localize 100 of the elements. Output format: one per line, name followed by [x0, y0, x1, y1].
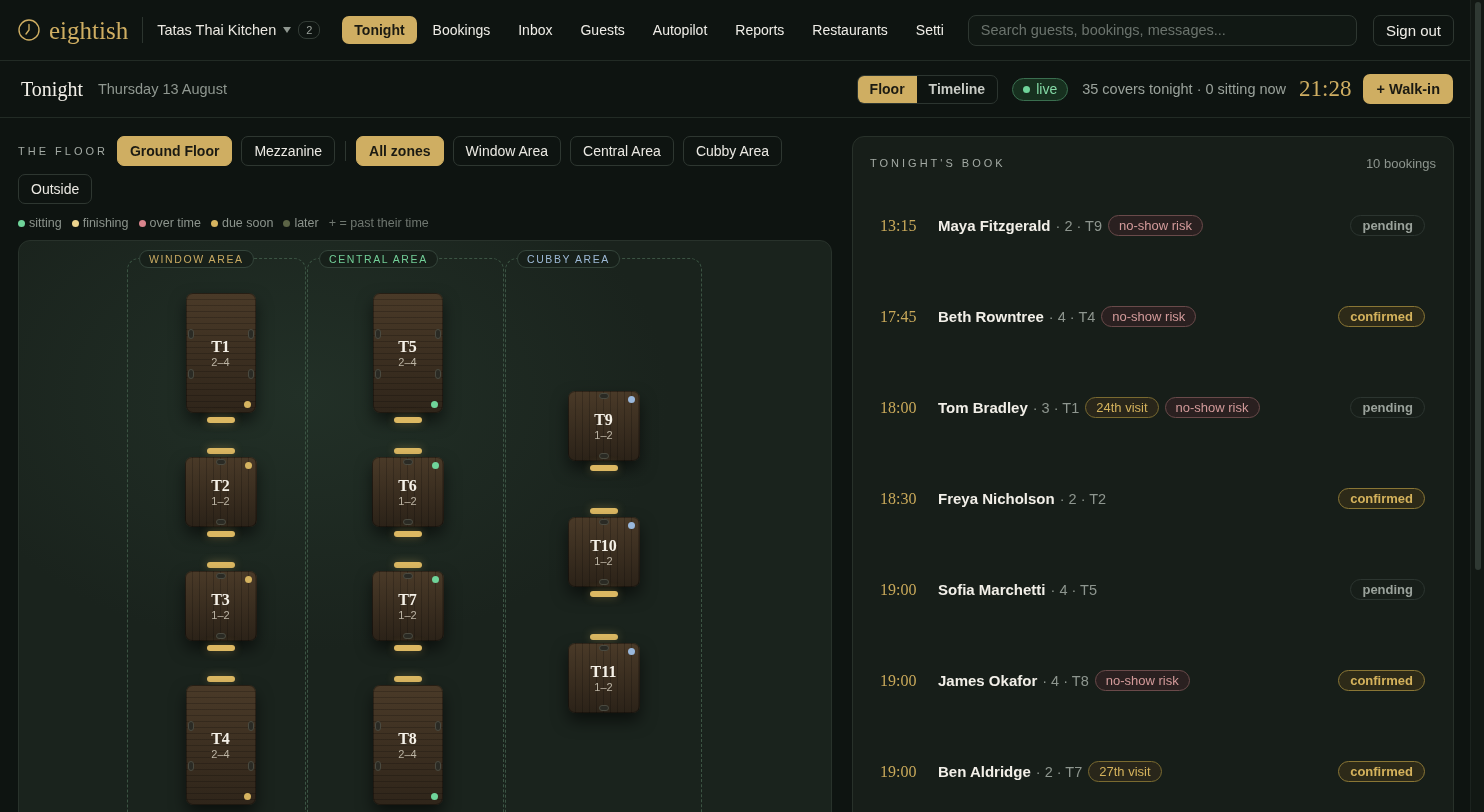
- dining-table[interactable]: T10 1–2: [567, 517, 640, 587]
- clock-icon: [18, 19, 40, 41]
- dining-table[interactable]: T2 1–2: [184, 457, 257, 527]
- booking-details: · 4 · T5: [1050, 581, 1097, 598]
- dining-table[interactable]: T7 1–2: [371, 571, 444, 641]
- chair-icon: [434, 369, 441, 379]
- chair-icon: [434, 721, 441, 731]
- guest-name[interactable]: Maya Fitzgerald: [938, 217, 1051, 234]
- booking-time: 17:45: [880, 307, 918, 326]
- table-number: T9: [594, 411, 613, 428]
- caret-icon: [283, 27, 292, 33]
- zone-filter[interactable]: All zones: [356, 136, 444, 166]
- guest-name[interactable]: Freya Nicholson: [938, 490, 1055, 507]
- nav-tab[interactable]: Autopilot: [640, 16, 720, 44]
- dining-table[interactable]: T4 2–4: [185, 685, 256, 805]
- booking-time: 19:00: [880, 671, 918, 690]
- live-label: live: [1036, 81, 1058, 97]
- floor-filter[interactable]: Mezzanine: [241, 136, 336, 166]
- booking-status: confirmed: [1338, 488, 1425, 509]
- legend-label: finishing: [82, 216, 129, 230]
- table-number: T2: [211, 477, 230, 494]
- nav-tab[interactable]: Guests: [568, 16, 637, 44]
- dining-table[interactable]: T8 2–4: [372, 685, 443, 805]
- chair-icon: [402, 519, 413, 525]
- section-heading: TONIGHT'S BOOK: [870, 157, 1006, 169]
- booking-details: · 2 · T7: [1035, 763, 1083, 780]
- zone-label: CENTRAL AREA: [319, 250, 438, 268]
- table-number: T5: [398, 338, 417, 355]
- chair-icon: [187, 329, 194, 339]
- nav-tab[interactable]: Setti: [903, 16, 956, 44]
- booking-time: 13:15: [880, 216, 918, 235]
- legend-note: + = past their time: [328, 216, 429, 230]
- booking-details: · 2 · T2: [1059, 490, 1107, 507]
- table-capacity: 1–2: [594, 555, 613, 567]
- guest-name[interactable]: Beth Rowntree: [938, 308, 1044, 325]
- walk-in-button[interactable]: + Walk-in: [1363, 74, 1453, 104]
- table-number: T1: [211, 338, 230, 355]
- dining-table[interactable]: T1 2–4: [185, 293, 256, 413]
- zone-filter[interactable]: Central Area: [570, 136, 674, 166]
- booking-count: 10 bookings: [1365, 155, 1436, 171]
- chair-icon: [215, 459, 226, 465]
- view-tab[interactable]: Floor: [857, 75, 917, 103]
- booking-status: confirmed: [1338, 670, 1425, 691]
- booking-time: 19:00: [880, 762, 918, 781]
- table-capacity: 1–2: [398, 495, 417, 507]
- section-heading: THE FLOOR: [18, 145, 108, 157]
- dining-table[interactable]: T5 2–4: [372, 293, 443, 413]
- table-capacity: 1–2: [594, 681, 613, 693]
- zone-filter[interactable]: Window Area: [452, 136, 562, 166]
- dining-table[interactable]: T9 1–2: [567, 391, 640, 461]
- nav-tab[interactable]: Tonight: [342, 16, 417, 44]
- table-number: T3: [211, 591, 230, 608]
- view-tab[interactable]: Timeline: [916, 75, 998, 103]
- restaurant-selector[interactable]: Tatas Thai Kitchen 2: [157, 21, 321, 39]
- booking-details: · 2 · T9: [1055, 217, 1102, 234]
- table-capacity: 2–4: [398, 748, 417, 760]
- chair-icon: [434, 761, 441, 771]
- page-title: Tonight: [21, 77, 83, 101]
- guest-name[interactable]: Tom Bradley: [938, 399, 1028, 416]
- table-capacity: 1–2: [211, 495, 230, 507]
- chair-icon: [434, 329, 441, 339]
- guest-name[interactable]: Sofia Marchetti: [938, 581, 1046, 598]
- booking-details: · 4 · T4: [1048, 308, 1096, 325]
- chair-icon: [598, 579, 609, 585]
- chair-icon: [215, 573, 226, 579]
- chair-icon: [187, 761, 194, 771]
- nav-tab[interactable]: Reports: [723, 16, 797, 44]
- guest-name[interactable]: James Okafor: [938, 672, 1038, 689]
- guest-tag: 24th visit: [1085, 397, 1159, 418]
- booking-time: 18:00: [880, 398, 918, 417]
- sign-out-button[interactable]: Sign out: [1372, 14, 1454, 46]
- chair-icon: [187, 369, 194, 379]
- table-number: T4: [211, 730, 230, 747]
- zone-filter[interactable]: Cubby Area: [682, 136, 783, 166]
- zone-label: CUBBY AREA: [517, 250, 620, 268]
- table-number: T6: [398, 477, 417, 494]
- chair-icon: [374, 369, 381, 379]
- zone-filter[interactable]: Outside: [18, 174, 93, 204]
- dining-table[interactable]: T6 1–2: [371, 457, 444, 527]
- nav-tab[interactable]: Restaurants: [800, 16, 900, 44]
- legend-label: sitting: [29, 216, 62, 230]
- chair-icon: [374, 329, 381, 339]
- dining-table[interactable]: T3 1–2: [184, 571, 257, 641]
- legend-label: later: [294, 216, 319, 230]
- chair-icon: [247, 369, 254, 379]
- nav-tab[interactable]: Inbox: [506, 16, 565, 44]
- booking-status: confirmed: [1338, 761, 1425, 782]
- scrollbar-thumb[interactable]: [1475, 2, 1481, 570]
- table-capacity: 2–4: [211, 356, 230, 368]
- search-field[interactable]: Search guests, bookings, messages...: [967, 14, 1357, 46]
- nav-tab[interactable]: Bookings: [420, 16, 503, 44]
- floor-filter[interactable]: Ground Floor: [116, 136, 233, 166]
- guest-tag: no-show risk: [1094, 670, 1190, 691]
- dining-table[interactable]: T11 1–2: [567, 643, 640, 713]
- chair-icon: [374, 761, 381, 771]
- scrollbar[interactable]: [1470, 0, 1484, 812]
- chair-icon: [598, 453, 609, 459]
- table-number: T8: [398, 730, 417, 747]
- guest-name[interactable]: Ben Aldridge: [938, 763, 1031, 780]
- chair-icon: [598, 393, 609, 399]
